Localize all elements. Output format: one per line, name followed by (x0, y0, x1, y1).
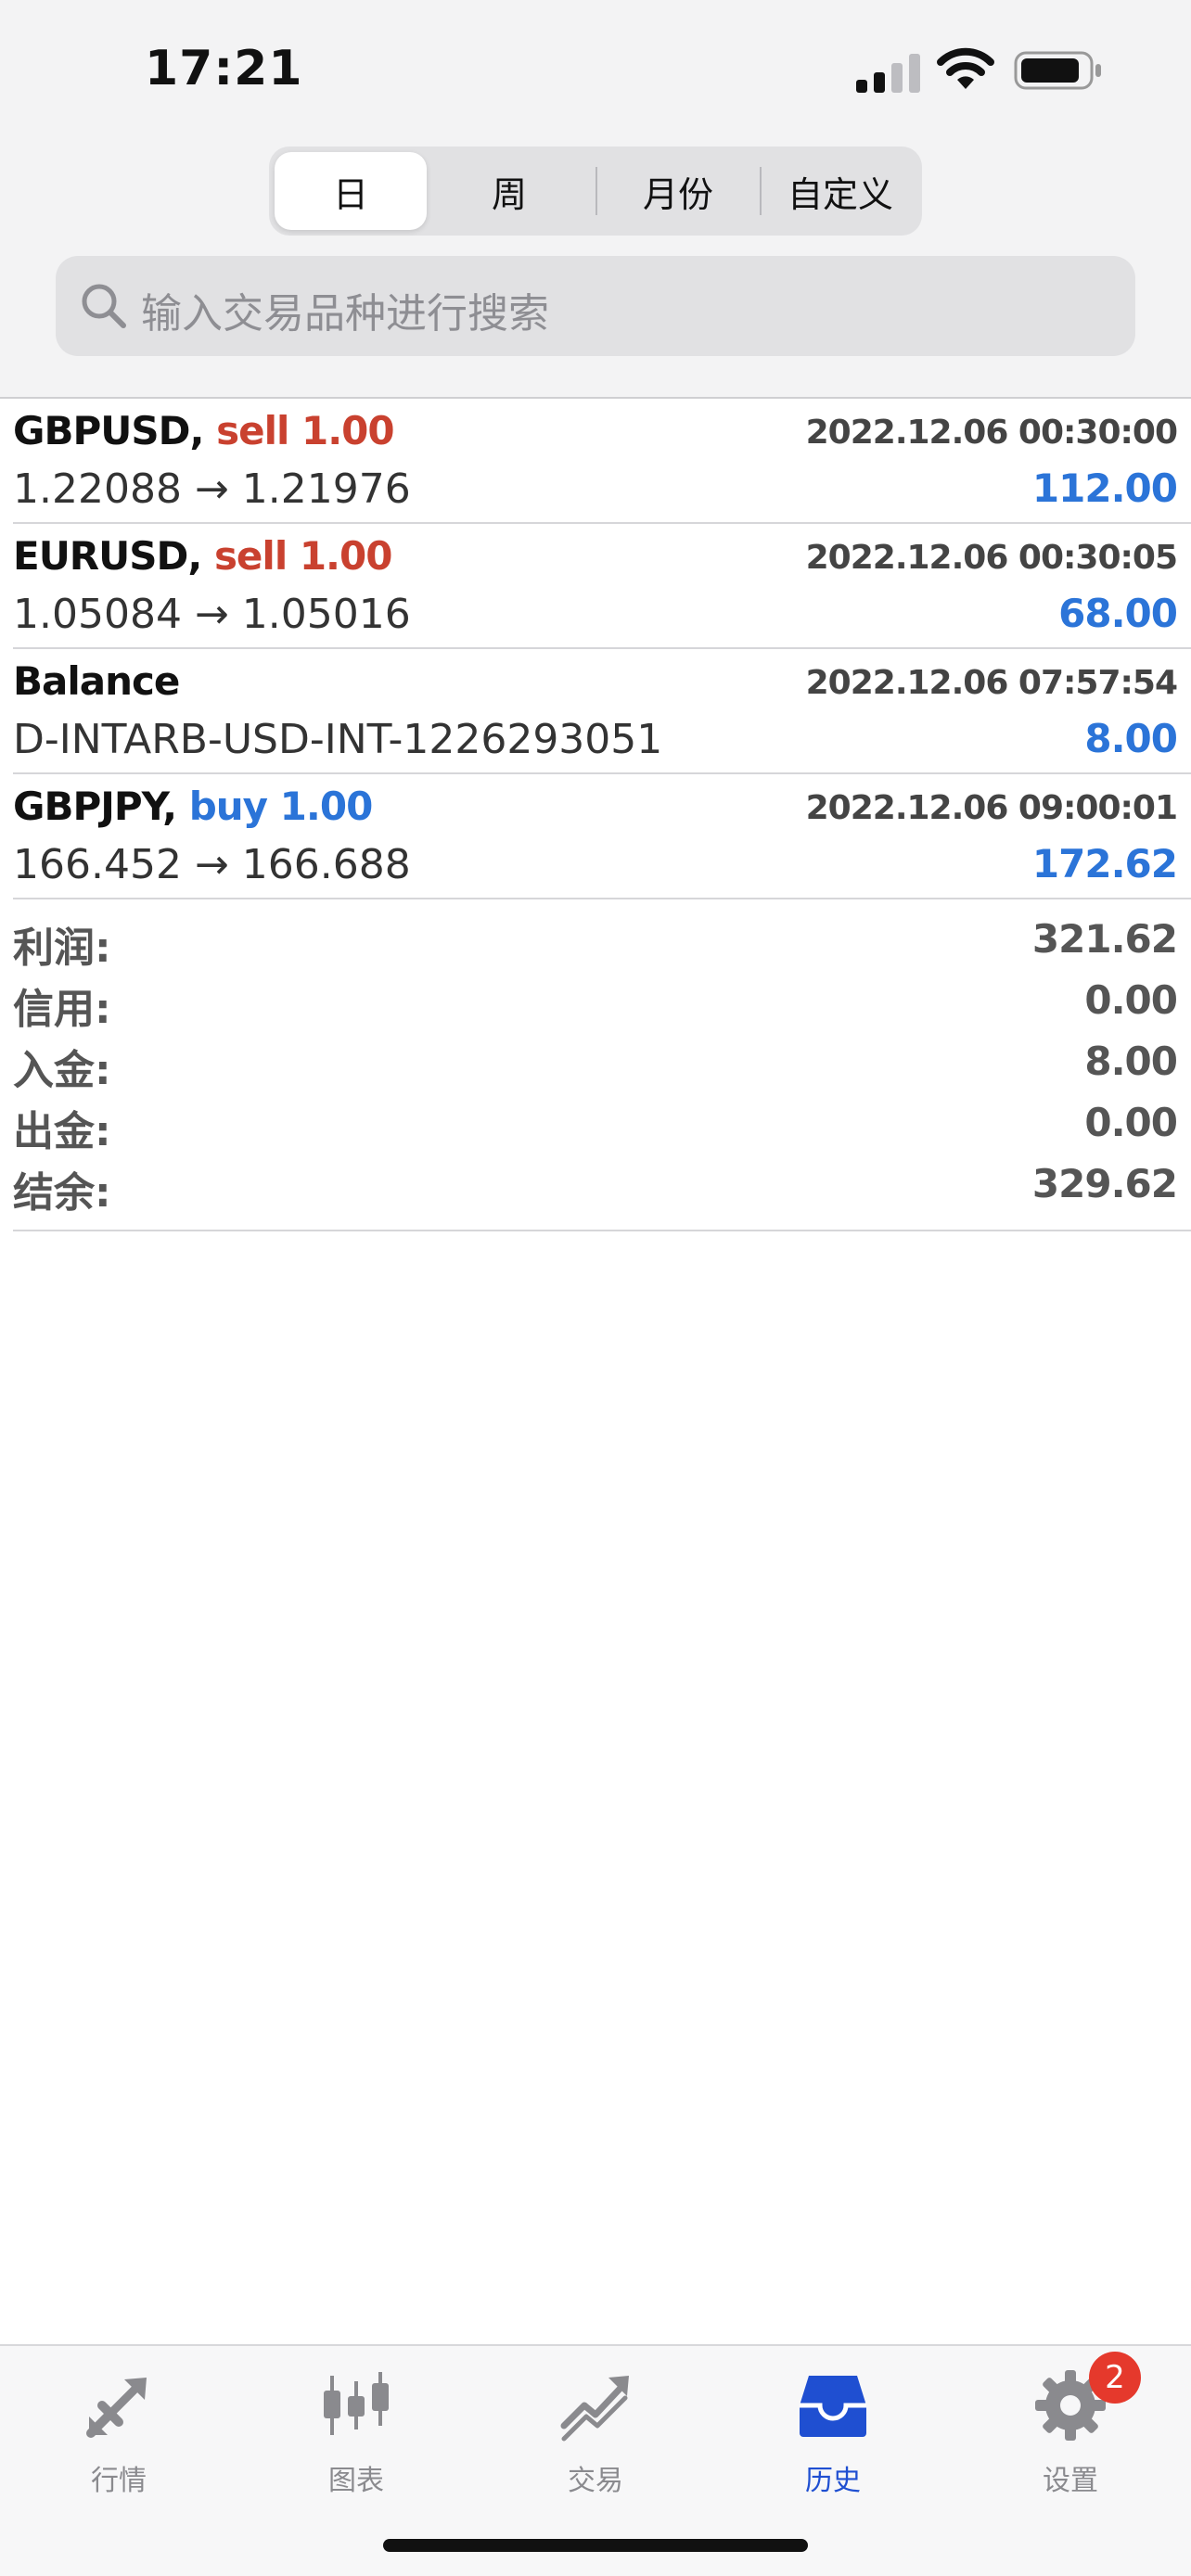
deal-side: buy 1.00 (188, 784, 374, 829)
tab-label: 图表 (328, 2465, 384, 2497)
summary-value: 321.62 (1031, 916, 1178, 962)
summary-profit: 利润: 321.62 (0, 911, 1191, 972)
summary-label: 出金: (13, 1108, 111, 1155)
segment-week[interactable]: 周 (427, 152, 592, 230)
deal-symbol: EURUSD, (13, 533, 202, 579)
history-inbox-icon (800, 2376, 866, 2437)
deal-prices: 1.05084 → 1.05016 (13, 591, 411, 638)
tab-history[interactable]: 历史 (740, 2359, 926, 2498)
tab-label: 设置 (1043, 2465, 1098, 2497)
search-icon (82, 284, 126, 328)
tab-label: 交易 (568, 2465, 623, 2497)
deal-profit: 112.00 (1031, 465, 1178, 511)
deal-symbol: GBPJPY, (13, 784, 177, 829)
tab-label: 行情 (91, 2465, 147, 2497)
divider (13, 1230, 1191, 1231)
tab-label: 历史 (805, 2465, 861, 2497)
deal-row-eurusd[interactable]: EURUSD, sell 1.00 2022.12.06 00:30:05 1.… (0, 524, 1191, 649)
deal-side: sell 1.00 (216, 408, 395, 453)
tab-trade[interactable]: 交易 (503, 2359, 688, 2498)
status-time: 17:21 (145, 41, 303, 96)
segment-day[interactable]: 日 (275, 152, 427, 230)
period-segmented-control: 日 周 月份 自定义 (269, 147, 922, 236)
deal-symbol: Balance (13, 658, 180, 704)
summary-credit: 信用: 0.00 (0, 972, 1191, 1033)
deal-row-balance[interactable]: Balance 2022.12.06 07:57:54 D-INTARB-USD… (0, 649, 1191, 774)
deal-symbol: GBPUSD, (13, 408, 204, 453)
summary-value: 0.00 (1084, 977, 1178, 1023)
home-indicator[interactable] (383, 2539, 808, 2552)
wifi-icon (937, 47, 994, 89)
deal-time: 2022.12.06 09:00:01 (805, 789, 1178, 827)
tab-quotes[interactable]: 行情 (26, 2359, 211, 2498)
segment-custom[interactable]: 自定义 (762, 152, 919, 230)
quotes-arrows-icon (86, 2378, 147, 2438)
summary-section: 利润: 321.62 信用: 0.00 入金: 8.00 出金: 0.00 结余… (0, 911, 1191, 1217)
settings-badge: 2 (1089, 2352, 1141, 2404)
summary-label: 信用: (13, 986, 111, 1033)
deal-side: sell 1.00 (213, 533, 393, 579)
deal-prices: 1.22088 → 1.21976 (13, 465, 411, 513)
deal-amount: 8.00 (1084, 716, 1178, 761)
deal-time: 2022.12.06 07:57:54 (805, 664, 1178, 702)
summary-withdrawal: 出金: 0.00 (0, 1094, 1191, 1155)
battery-icon (1014, 51, 1101, 90)
deal-time: 2022.12.06 00:30:05 (805, 539, 1178, 577)
deal-prices: 166.452 → 166.688 (13, 841, 411, 888)
summary-value: 329.62 (1031, 1161, 1178, 1206)
candlestick-chart-icon (324, 2372, 389, 2435)
deal-comment: D-INTARB-USD-INT-1226293051 (13, 716, 663, 763)
cellular-signal-icon (856, 54, 920, 93)
search-input[interactable]: 输入交易品种进行搜索 (56, 256, 1135, 356)
deal-time: 2022.12.06 00:30:00 (805, 414, 1178, 452)
status-bar: 17:21 (0, 0, 1191, 139)
deal-profit: 68.00 (1058, 591, 1178, 636)
deal-row-gbpusd[interactable]: GBPUSD, sell 1.00 2022.12.06 00:30:00 1.… (0, 399, 1191, 524)
summary-label: 利润: (13, 925, 111, 972)
deal-row-gbpjpy[interactable]: GBPJPY, buy 1.00 2022.12.06 09:00:01 166… (0, 774, 1191, 899)
tab-charts[interactable]: 图表 (263, 2359, 449, 2498)
deal-profit: 172.62 (1031, 841, 1178, 886)
trade-chart-icon (560, 2376, 629, 2442)
summary-value: 0.00 (1084, 1100, 1178, 1145)
summary-deposit: 入金: 8.00 (0, 1033, 1191, 1094)
divider (13, 898, 1191, 899)
summary-balance: 结余: 329.62 (0, 1155, 1191, 1217)
summary-label: 入金: (13, 1047, 111, 1094)
search-placeholder: 输入交易品种进行搜索 (141, 290, 549, 338)
summary-value: 8.00 (1084, 1039, 1178, 1084)
segment-month[interactable]: 月份 (597, 152, 759, 230)
summary-label: 结余: (13, 1169, 111, 1217)
